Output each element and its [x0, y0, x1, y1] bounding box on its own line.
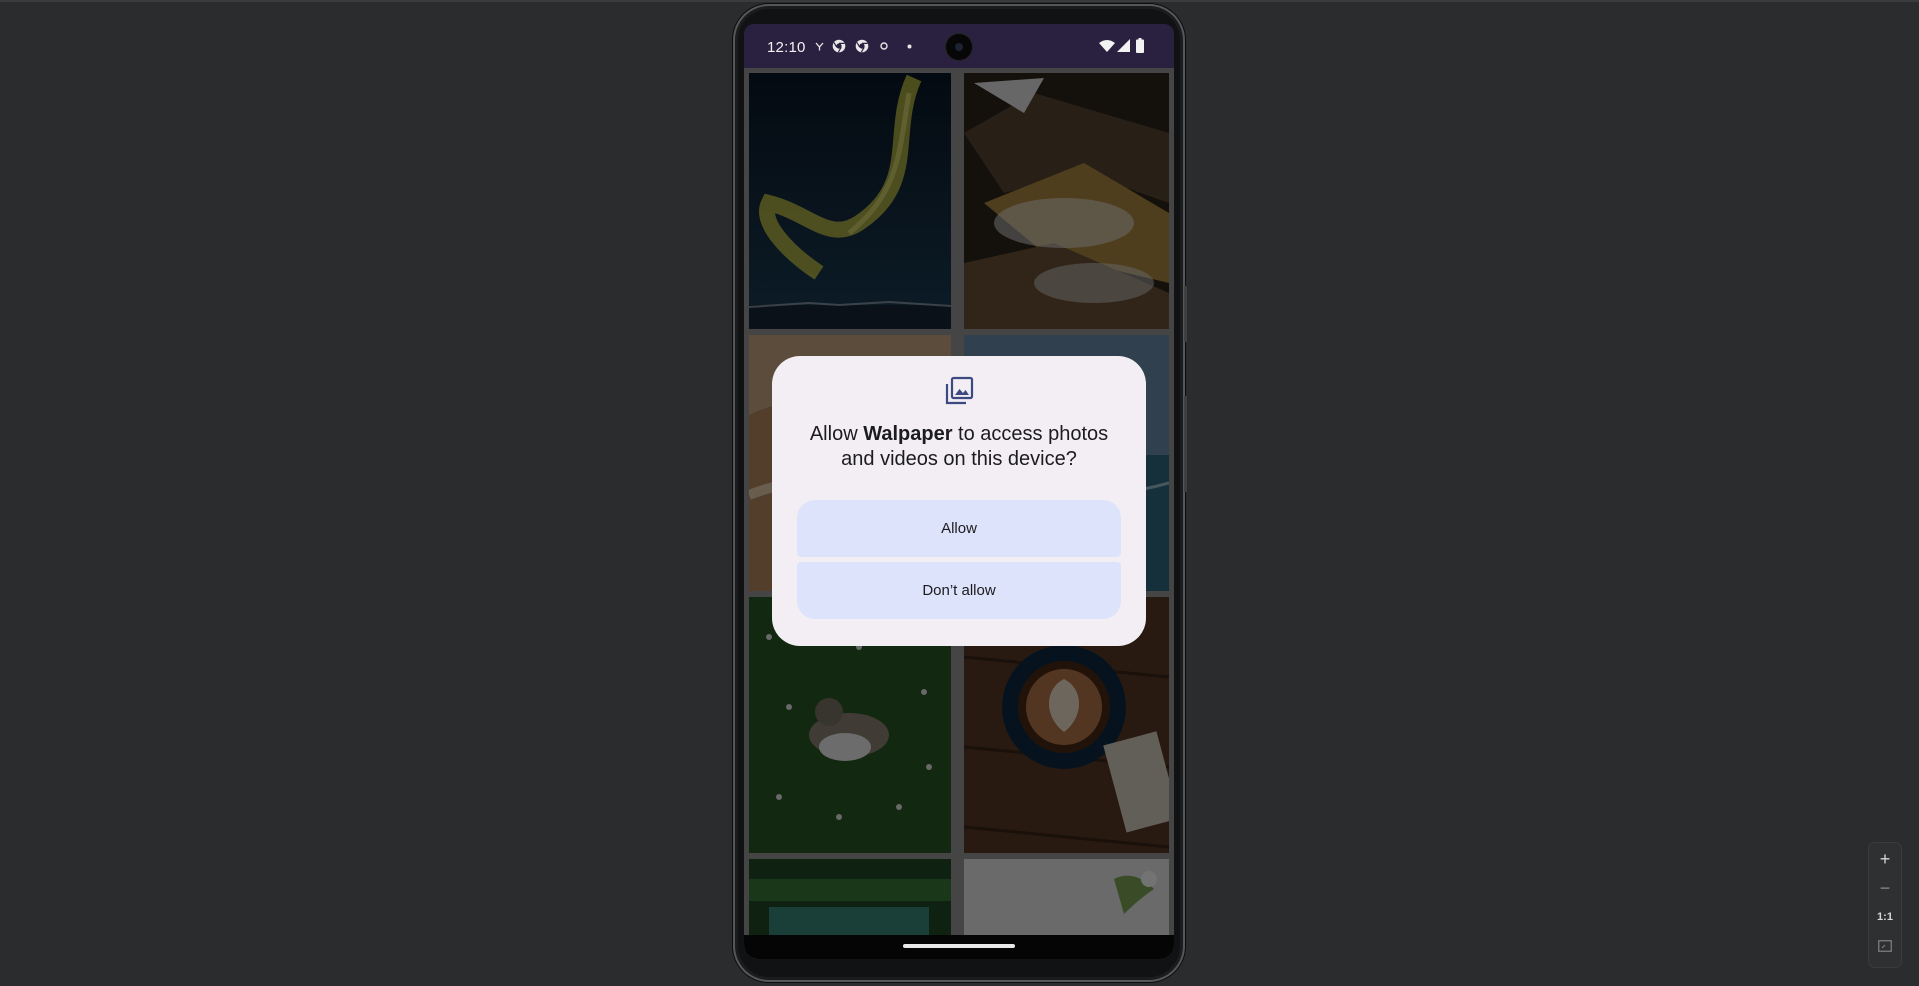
- actual-size-button[interactable]: 1:1: [1869, 903, 1901, 931]
- gesture-handle[interactable]: [903, 944, 1015, 948]
- allow-button[interactable]: Allow: [797, 500, 1121, 557]
- permission-dialog: Allow Walpaper to access photos and vide…: [772, 356, 1146, 646]
- status-bar: 12:10: [744, 24, 1174, 68]
- dialog-app-name: Walpaper: [863, 423, 953, 445]
- volume-button: [1184, 286, 1187, 342]
- fit-screen-icon[interactable]: [1878, 940, 1892, 952]
- sync-icon: [880, 42, 888, 50]
- dialog-title: Allow Walpaper to access photos and vide…: [792, 422, 1126, 472]
- power-button: [1184, 396, 1187, 492]
- window-top-border: [0, 0, 1919, 2]
- chrome-icon: [832, 39, 846, 53]
- emulator-canvas: 12:10 Allow Walpaper to access photos an…: [0, 0, 1919, 986]
- battery-icon: [1136, 38, 1144, 53]
- chrome-icon: [855, 39, 869, 53]
- status-time: 12:10: [767, 39, 806, 56]
- zoom-out-button[interactable]: −: [1869, 874, 1901, 902]
- network-speed-icon: [815, 42, 824, 51]
- wifi-icon: [1099, 40, 1115, 52]
- photo-library-icon: [945, 376, 974, 405]
- dialog-title-prefix: Allow: [809, 423, 864, 445]
- dont-allow-button[interactable]: Don’t allow: [797, 562, 1121, 619]
- cell-signal-icon: [1117, 39, 1130, 52]
- zoom-controls: + − 1:1: [1869, 843, 1901, 967]
- zoom-in-button[interactable]: +: [1869, 845, 1901, 873]
- dot-icon: [907, 44, 912, 49]
- front-camera: [946, 34, 972, 60]
